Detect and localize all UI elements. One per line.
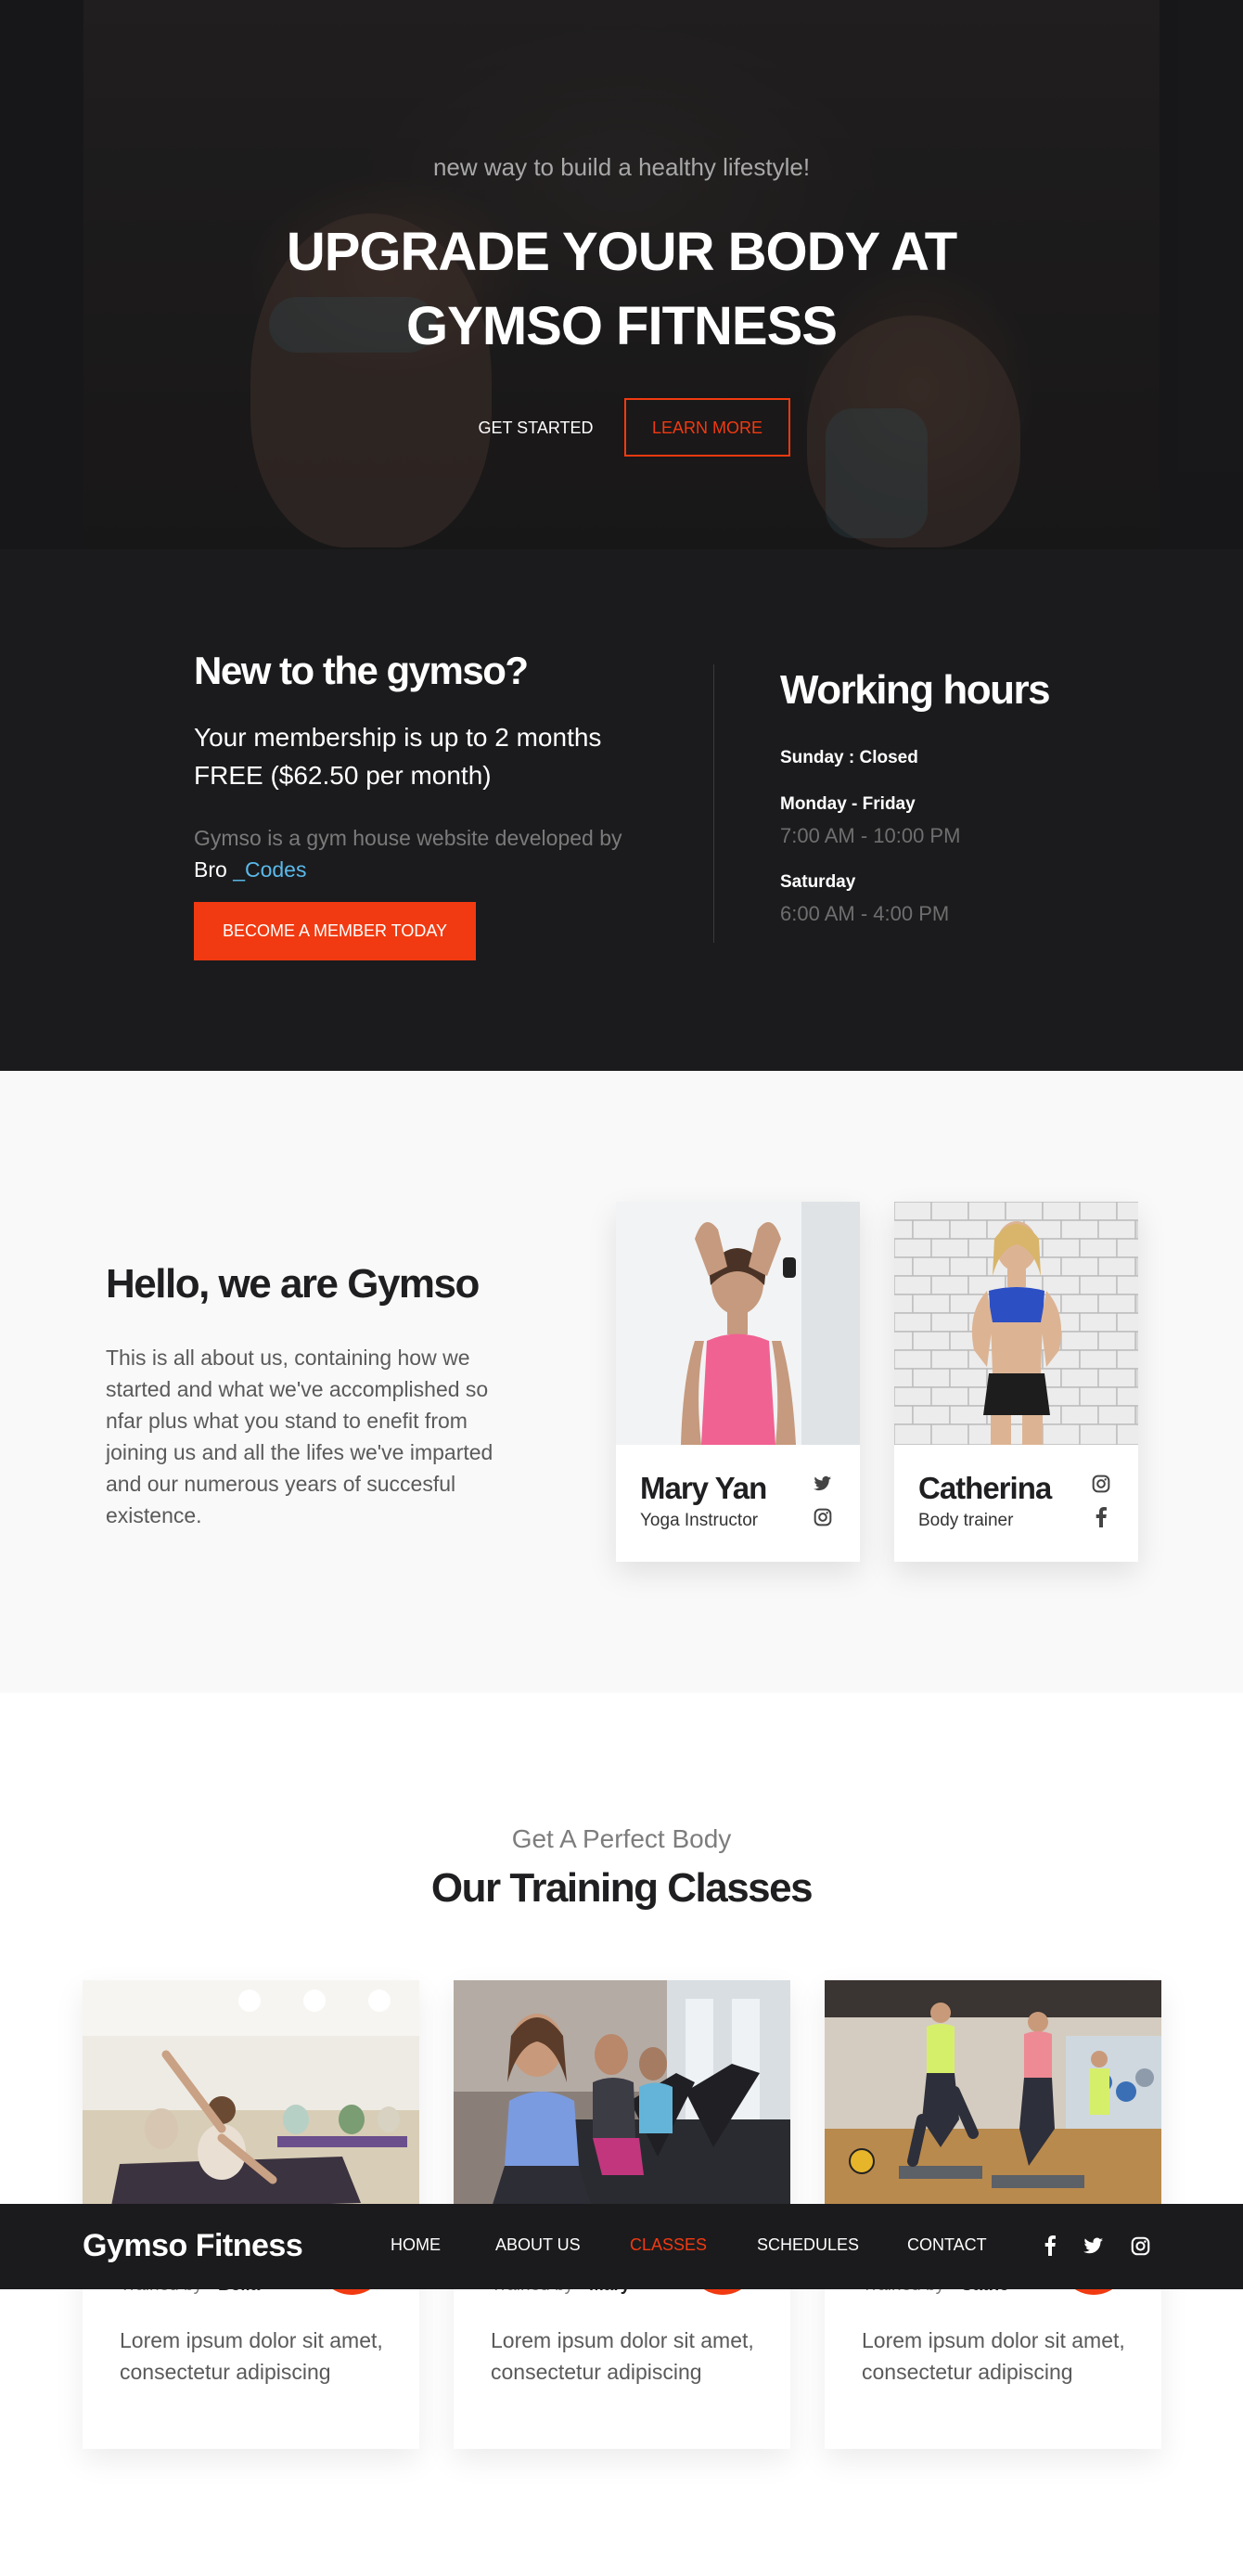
nav-about-us[interactable]: ABOUT US (495, 2235, 581, 2255)
divider (713, 664, 714, 943)
about-title: Hello, we are Gymso (106, 1261, 480, 1307)
twitter-icon[interactable] (1081, 2233, 1107, 2259)
instagram-icon[interactable] (811, 1505, 835, 1529)
navbar: Gymso Fitness HOME ABOUT US CLASSES SCHE… (0, 2204, 1243, 2289)
hero-title: UPGRADE YOUR BODY AT GYMSO FITNESS (286, 222, 957, 356)
instagram-icon[interactable] (1089, 1472, 1113, 1496)
hours-saturday-label: Saturday (780, 872, 856, 892)
about-section: Hello, we are Gymso This is all about us… (0, 1071, 1243, 1693)
facebook-icon[interactable] (1089, 1505, 1113, 1529)
team-photo (894, 1202, 1138, 1445)
about-text: This is all about us, containing how we … (106, 1346, 493, 1527)
team-name: Mary Yan (640, 1471, 767, 1505)
membership-offer: Your membership is up to 2 months FREE (… (194, 723, 602, 790)
hero-section: new way to build a healthy lifestyle! UP… (0, 0, 1243, 549)
class-photo (454, 1980, 790, 2210)
classes-subtitle: Get A Perfect Body (511, 1824, 732, 1853)
twitter-icon[interactable] (811, 1472, 835, 1496)
membership-title: New to the gymso? (194, 649, 529, 692)
team-role: Body trainer (918, 1511, 1014, 1530)
team-card: Catherina Body trainer (894, 1202, 1138, 1562)
instagram-icon[interactable] (1127, 2233, 1153, 2259)
get-started-button[interactable]: GET STARTED (468, 399, 603, 457)
classes-title: Our Training Classes (430, 1865, 814, 1911)
hours-weekday-time: 7:00 AM - 10:00 PM (780, 824, 961, 847)
class-description: Lorem ipsum dolor sit amet, consectetur … (862, 2328, 1125, 2384)
nav-contact[interactable]: CONTACT (907, 2235, 987, 2255)
class-description: Lorem ipsum dolor sit amet, consectetur … (120, 2328, 383, 2384)
brand-logo[interactable]: Gymso Fitness (83, 2228, 303, 2264)
become-member-button[interactable]: BECOME A MEMBER TODAY (194, 902, 476, 960)
classes-section: Get A Perfect Body Our Training Classes (0, 1693, 1243, 2576)
membership-credit: Gymso is a gym house website developed b… (194, 826, 622, 882)
credit-codes-link[interactable]: _Codes (233, 857, 306, 882)
learn-more-button[interactable]: LEARN MORE (624, 398, 790, 457)
class-description: Lorem ipsum dolor sit amet, consectetur … (491, 2328, 754, 2384)
membership-section: New to the gymso? Your membership is up … (0, 549, 1243, 1071)
hours-sunday: Sunday : Closed (780, 748, 918, 767)
class-photo (825, 1980, 1161, 2210)
facebook-icon[interactable] (1037, 2233, 1063, 2259)
team-photo (616, 1202, 860, 1445)
team-role: Yoga Instructor (640, 1511, 759, 1530)
team-card: Mary Yan Yoga Instructor (616, 1202, 860, 1562)
class-photo (83, 1980, 419, 2210)
hours-title: Working hours (780, 667, 1051, 713)
hours-saturday-time: 6:00 AM - 4:00 PM (780, 902, 950, 925)
nav-schedules[interactable]: SCHEDULES (757, 2235, 859, 2255)
team-name: Catherina (918, 1471, 1052, 1505)
hours-weekday-label: Monday - Friday (780, 794, 916, 814)
nav-home[interactable]: HOME (391, 2235, 441, 2255)
credit-bro: Bro (194, 857, 227, 882)
nav-classes[interactable]: CLASSES (630, 2235, 707, 2255)
hero-tagline: new way to build a healthy lifestyle! (432, 153, 811, 181)
